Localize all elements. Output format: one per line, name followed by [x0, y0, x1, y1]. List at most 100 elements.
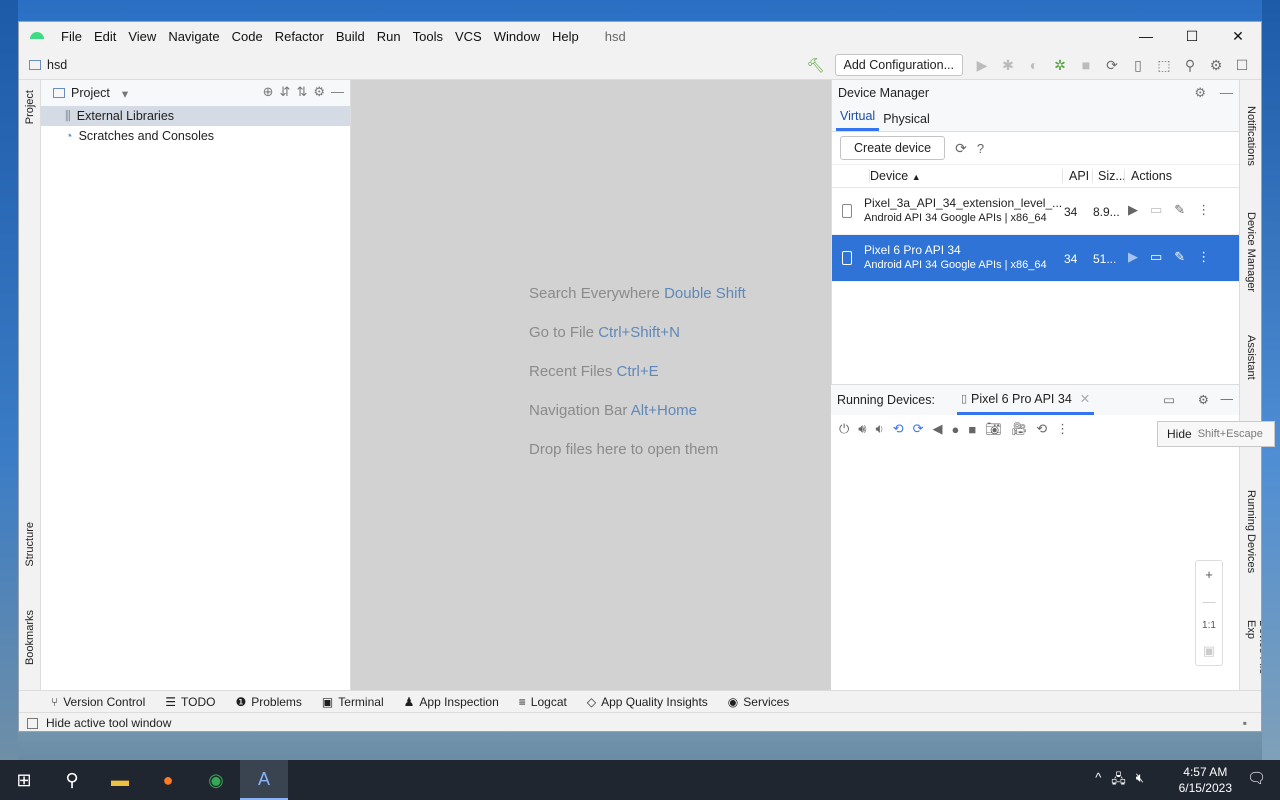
edit-icon[interactable]: ✎ — [1174, 249, 1185, 265]
taskbar-clock[interactable]: 4:57 AM 6/15/2023 — [1179, 764, 1232, 796]
file-explorer-icon[interactable]: ▬ — [96, 760, 144, 800]
menu-help[interactable]: Help — [546, 29, 585, 44]
chevron-up-icon[interactable]: ^ — [1095, 770, 1101, 792]
menu-navigate[interactable]: Navigate — [162, 29, 225, 44]
launch-icon[interactable]: ▶ — [1128, 249, 1138, 265]
volume-up-icon[interactable]: 🔊︎ — [858, 421, 866, 437]
edit-icon[interactable]: ✎ — [1174, 202, 1185, 218]
menu-refactor[interactable]: Refactor — [269, 29, 330, 44]
search-icon[interactable]: ⚲ — [1177, 54, 1203, 76]
device-manager-icon[interactable]: ▯ — [1125, 54, 1151, 76]
overview-icon[interactable]: ■ — [968, 422, 976, 437]
menu-window[interactable]: Window — [488, 29, 546, 44]
sync-gradle-icon[interactable]: ⟳ — [1099, 54, 1125, 76]
rotate-left-icon[interactable]: ⟲ — [893, 421, 904, 437]
tree-item-scratches[interactable]: ◔ Scratches and Consoles — [41, 126, 350, 146]
folder-icon[interactable]: ▭ — [1150, 249, 1162, 265]
sdk-manager-icon[interactable]: ⬚ — [1151, 54, 1177, 76]
structure-tool-tab[interactable]: Structure — [24, 522, 36, 567]
camera-icon[interactable]: 📷︎ — [985, 421, 1002, 437]
expand-all-icon[interactable]: ⇵ — [280, 84, 291, 100]
volume-muted-icon[interactable]: 🔇︎ — [1136, 770, 1144, 792]
zoom-out-icon[interactable]: — — [1203, 594, 1216, 609]
gear-icon[interactable]: ⚙ — [313, 84, 325, 100]
project-tool-tab[interactable]: Project — [24, 90, 36, 124]
help-icon[interactable]: ? — [977, 141, 984, 156]
column-api[interactable]: API — [1062, 169, 1092, 183]
launch-icon[interactable]: ▶ — [1128, 202, 1138, 218]
breadcrumb[interactable]: hsd — [29, 58, 67, 72]
tab-virtual[interactable]: Virtual — [836, 109, 880, 131]
more-icon[interactable]: ⋮ — [1056, 421, 1069, 437]
menu-tools[interactable]: Tools — [407, 29, 449, 44]
running-devices-tool-tab[interactable]: Running Devices — [1245, 490, 1257, 573]
device-manager-tool-tab[interactable]: Device Manager — [1245, 212, 1257, 292]
hide-icon[interactable]: — — [331, 84, 344, 100]
device-row-pixel-3a[interactable]: Pixel_3a_API_34_extension_level_... Andro… — [832, 188, 1241, 235]
run-icon[interactable]: ▶ — [969, 54, 995, 76]
refresh-icon[interactable]: ⟳ — [955, 140, 967, 157]
menu-edit[interactable]: Edit — [88, 29, 122, 44]
zoom-actual-size[interactable]: 1:1 — [1202, 620, 1216, 631]
assistant-tool-tab[interactable]: Assistant — [1245, 335, 1257, 380]
column-actions[interactable]: Actions — [1124, 169, 1172, 183]
home-icon[interactable]: ● — [952, 422, 960, 437]
debug-icon[interactable]: ✱ — [995, 54, 1021, 76]
minimize-button[interactable]: — — [1123, 22, 1169, 50]
gear-icon[interactable]: ⚙ — [1198, 392, 1209, 407]
firefox-icon[interactable]: ● — [144, 760, 192, 800]
volume-down-icon[interactable]: 🔉︎ — [876, 421, 884, 437]
maximize-icon[interactable]: ▭ — [1163, 392, 1175, 407]
menu-file[interactable]: File — [55, 29, 88, 44]
power-icon[interactable]: ⏻ — [839, 421, 849, 437]
hammer-icon[interactable]: 🔨︎ — [803, 54, 829, 76]
more-options-icon[interactable]: ⋮ — [1197, 202, 1210, 218]
network-icon[interactable]: 🖧︎ — [1111, 770, 1126, 792]
device-row-pixel-6-pro[interactable]: Pixel 6 Pro API 34 Android API 34 Google … — [832, 235, 1241, 282]
close-button[interactable]: ✕ — [1215, 22, 1261, 50]
menu-vcs[interactable]: VCS — [449, 29, 488, 44]
rotate-right-icon[interactable]: ⟳ — [913, 421, 924, 437]
column-device[interactable]: Device ▲ — [869, 169, 1062, 183]
folder-icon[interactable]: ▭ — [1150, 202, 1162, 218]
notifications-tool-tab[interactable]: Notifications — [1245, 106, 1257, 166]
menu-view[interactable]: View — [122, 29, 162, 44]
attach-debugger-icon[interactable]: ✲ — [1047, 54, 1073, 76]
column-size[interactable]: Siz... — [1092, 169, 1126, 183]
tab-services[interactable]: ◉ Services — [728, 695, 790, 709]
create-device-button[interactable]: Create device — [840, 136, 946, 160]
tab-version-control[interactable]: ⑂ Version Control — [51, 695, 145, 709]
device-file-explorer-tool-tab[interactable]: Device File Exp — [1245, 620, 1261, 690]
tab-terminal[interactable]: ▣ Terminal — [322, 695, 384, 709]
gear-icon[interactable]: ⚙ — [1194, 85, 1206, 101]
search-icon[interactable]: ⚲ — [48, 760, 96, 800]
collapse-all-icon[interactable]: ⇅ — [296, 84, 307, 100]
action-center-icon[interactable]: 🗨︎ — [1247, 769, 1266, 787]
android-studio-taskbar-icon[interactable]: A — [240, 760, 288, 800]
tab-app-quality-insights[interactable]: ◇ App Quality Insights — [587, 695, 708, 709]
bookmarks-tool-tab[interactable]: Bookmarks — [24, 610, 36, 665]
more-options-icon[interactable]: ⋮ — [1197, 249, 1210, 265]
project-view-selector[interactable]: Project — [71, 86, 110, 100]
account-icon[interactable]: ☐ — [1229, 54, 1255, 76]
tab-problems[interactable]: ❶ Problems — [235, 695, 301, 709]
locate-icon[interactable]: ⊕ — [263, 84, 274, 100]
menu-run[interactable]: Run — [371, 29, 407, 44]
chevron-down-icon[interactable]: ▾ — [122, 86, 128, 101]
chrome-icon[interactable]: ◉ — [192, 760, 240, 800]
hide-icon[interactable]: — — [1220, 85, 1233, 101]
zoom-in-icon[interactable]: + — [1205, 567, 1213, 582]
menu-code[interactable]: Code — [226, 29, 269, 44]
tree-item-external-libraries[interactable]: ⫼ External Libraries — [41, 106, 350, 126]
tab-logcat[interactable]: ≡ Logcat — [519, 695, 567, 709]
start-button[interactable]: ⊞ — [0, 760, 48, 800]
event-log-icon[interactable]: ▪ — [1243, 716, 1247, 730]
tab-app-inspection[interactable]: ♟ App Inspection — [404, 695, 499, 709]
hide-icon[interactable]: — — [1221, 392, 1234, 406]
close-icon[interactable]: ✕ — [1080, 391, 1090, 406]
stop-icon[interactable]: ■ — [1073, 54, 1099, 76]
maximize-button[interactable]: ☐ — [1169, 22, 1215, 50]
add-configuration-button[interactable]: Add Configuration... — [834, 54, 963, 76]
screen-record-icon[interactable]: 🎥︎ — [1011, 421, 1028, 437]
menu-build[interactable]: Build — [330, 29, 371, 44]
